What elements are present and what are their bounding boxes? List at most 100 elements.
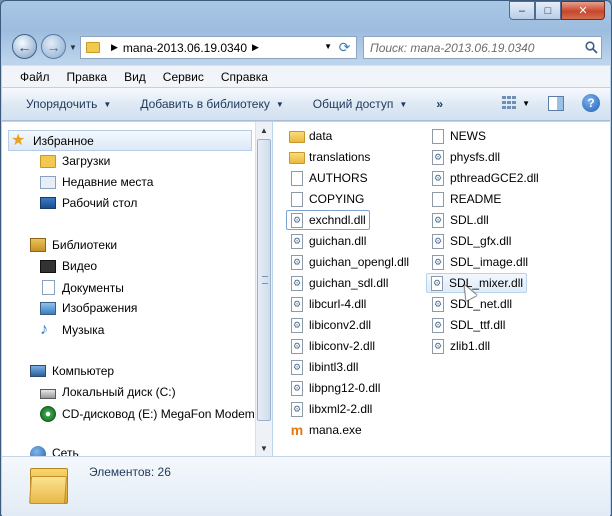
folder-icon [289, 152, 305, 164]
nav-pane-scrollbar[interactable]: ▲ ▼ [255, 122, 272, 456]
menu-view[interactable]: Вид [124, 70, 146, 84]
nav-images[interactable]: Изображения [40, 301, 137, 315]
details-pane: Элементов: 26 [2, 456, 610, 516]
nav-computer[interactable]: Компьютер [30, 364, 114, 378]
more-commands-button[interactable]: » [436, 97, 443, 111]
chevron-down-icon[interactable]: ▼ [522, 99, 530, 108]
star-icon: ★ [11, 131, 26, 149]
breadcrumb-arrow-icon[interactable]: ▶ [252, 42, 259, 53]
change-view-icon[interactable] [502, 96, 518, 110]
file-item[interactable]: physfs.dll [428, 147, 503, 167]
dll-file-icon [291, 233, 303, 249]
nav-documents[interactable]: Документы [40, 280, 124, 295]
items-count: Элементов: 26 [89, 465, 171, 479]
dll-file-icon [291, 317, 303, 333]
recent-pages-dropdown[interactable]: ▼ [69, 43, 77, 52]
dll-file-icon [432, 254, 444, 270]
dll-file-icon [431, 275, 443, 291]
file-item[interactable]: pthreadGCE2.dll [428, 168, 542, 188]
file-item[interactable]: guichan_sdl.dll [287, 273, 391, 293]
file-item[interactable]: data [287, 126, 335, 146]
file-item[interactable]: exchndl.dll [286, 210, 370, 230]
dll-file-icon [291, 401, 303, 417]
menu-tools[interactable]: Сервис [163, 70, 204, 84]
file-item[interactable]: NEWS [428, 126, 489, 146]
file-item[interactable]: libpng12-0.dll [287, 378, 383, 398]
file-item[interactable]: SDL_image.dll [428, 252, 531, 272]
nav-libraries[interactable]: Библиотеки [30, 238, 117, 252]
file-item[interactable]: zlib1.dll [428, 336, 493, 356]
explorer-window: ‒ □ ✕ ← → ▼ ▶ mana-2013.06.19.0340 ▶ ▼ ⟳… [0, 0, 612, 516]
libraries-icon [30, 238, 46, 252]
organize-button[interactable]: Упорядочить ▼ [26, 97, 111, 111]
folder-icon [86, 42, 100, 53]
video-library-icon [40, 259, 56, 273]
nav-recent-places[interactable]: Недавние места [40, 175, 153, 189]
folder-icon [29, 462, 68, 506]
dll-file-icon [432, 233, 444, 249]
nav-favorites[interactable]: ★ Избранное [8, 130, 252, 151]
file-item[interactable]: SDL.dll [428, 210, 492, 230]
dll-file-icon [432, 338, 444, 354]
downloads-folder-icon [40, 154, 56, 168]
dll-file-icon [291, 338, 303, 354]
preview-pane-icon[interactable] [548, 95, 564, 111]
file-item[interactable]: SDL_ttf.dll [428, 315, 508, 335]
minimize-button[interactable]: ‒ [509, 1, 535, 20]
menu-edit[interactable]: Правка [67, 70, 108, 84]
scroll-down-icon[interactable]: ▼ [256, 440, 272, 456]
search-input[interactable]: Поиск: mana-2013.06.19.0340 [363, 36, 602, 59]
file-item[interactable]: libxml2-2.dll [287, 399, 375, 419]
file-item[interactable]: m mana.exe [287, 420, 365, 440]
command-bar: Упорядочить ▼ Добавить в библиотеку ▼ Общи… [2, 88, 610, 121]
scrollbar-thumb[interactable] [257, 139, 271, 421]
chevron-down-icon[interactable]: ▼ [324, 42, 332, 51]
images-library-icon [40, 301, 56, 315]
chevron-down-icon: ▼ [103, 99, 112, 109]
document-icon [291, 191, 303, 207]
help-icon[interactable]: ? [582, 94, 600, 112]
search-icon[interactable] [581, 41, 601, 54]
file-item[interactable]: AUTHORS [287, 168, 371, 188]
file-item[interactable]: SDL_gfx.dll [428, 231, 514, 251]
file-item[interactable]: libiconv2.dll [287, 315, 374, 335]
scroll-up-icon[interactable]: ▲ [256, 122, 272, 138]
address-bar[interactable]: ▶ mana-2013.06.19.0340 ▶ ▼ ⟳ [80, 36, 357, 59]
nav-network[interactable]: Сеть [30, 446, 79, 456]
file-item[interactable]: SDL_mixer.dll [426, 273, 528, 293]
recent-places-icon [40, 175, 56, 189]
forward-button[interactable]: → [41, 34, 66, 59]
nav-video[interactable]: Видео [40, 259, 97, 273]
hard-disk-icon [40, 389, 56, 399]
nav-local-disk[interactable]: Локальный диск (C:) [40, 385, 176, 399]
nav-music[interactable]: ♪ Музыка [40, 322, 104, 338]
file-item[interactable]: guichan_opengl.dll [287, 252, 412, 272]
nav-cd-drive[interactable]: CD-дисковод (E:) MegaFon Modem [40, 406, 255, 422]
nav-desktop[interactable]: Рабочий стол [40, 196, 137, 210]
file-item[interactable]: translations [287, 147, 373, 167]
nav-downloads[interactable]: Загрузки [40, 154, 110, 168]
close-button[interactable]: ✕ [561, 1, 605, 20]
file-item[interactable]: libcurl-4.dll [287, 294, 369, 314]
add-to-library-button[interactable]: Добавить в библиотеку ▼ [140, 97, 283, 111]
maximize-button[interactable]: □ [535, 1, 561, 20]
file-item[interactable]: guichan.dll [287, 231, 369, 251]
document-icon [432, 191, 444, 207]
file-item[interactable]: libintl3.dll [287, 357, 361, 377]
breadcrumb-current[interactable]: mana-2013.06.19.0340 [123, 41, 247, 55]
file-item[interactable]: libiconv-2.dll [287, 336, 378, 356]
dll-file-icon [432, 317, 444, 333]
chevron-down-icon: ▼ [399, 99, 408, 109]
breadcrumb-arrow-icon[interactable]: ▶ [111, 42, 118, 53]
dll-file-icon [432, 212, 444, 228]
dll-file-icon [291, 296, 303, 312]
menu-file[interactable]: Файл [20, 70, 50, 84]
refresh-icon[interactable]: ⟳ [335, 38, 354, 57]
back-button[interactable]: ← [12, 34, 37, 59]
file-item[interactable]: COPYING [287, 189, 367, 209]
file-item[interactable]: README [428, 189, 504, 209]
menu-help[interactable]: Справка [221, 70, 268, 84]
menu-bar: Файл Правка Вид Сервис Справка [2, 65, 610, 87]
share-button[interactable]: Общий доступ ▼ [313, 97, 408, 111]
network-icon [30, 446, 46, 456]
